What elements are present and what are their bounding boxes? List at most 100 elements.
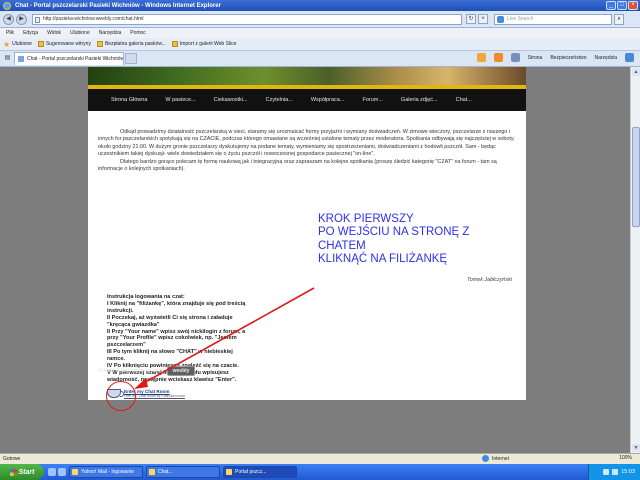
cmd-page[interactable]: Strona [528,55,543,61]
tab-bar: ▤ Chat - Portal pszczelarski Pasieki Wic… [0,51,640,67]
menu-edit[interactable]: Edycja [23,30,38,36]
annotation-line: PO WEJŚCIU NA STRONĘ Z [318,226,470,239]
favorites-bar: ★ Ulubione Sugerowane witryny Bezpłatna … [0,38,640,51]
instruction-step: II Przy "Your name" wpisz swój nickilogi… [107,328,246,349]
print-icon[interactable] [510,53,520,62]
nav-chat[interactable]: Chat... [447,97,481,103]
highlight-circle [106,381,136,411]
tutorial-annotation: KROK PIERWSZY PO WEJŚCIU NA STRONĘ Z CHA… [318,213,469,266]
clock: 15:03 [621,469,635,475]
quick-launch-icon[interactable] [48,468,56,476]
search-input[interactable]: Live Search [494,13,612,25]
nav-curiosities[interactable]: Ciekawostki... [205,97,257,103]
cmd-tools[interactable]: Narzędzia [594,55,617,61]
menu-favorites[interactable]: Ulubione [70,30,90,36]
globe-icon [482,455,489,462]
live-search-icon [497,15,504,23]
favorites-label: Ulubione [12,41,32,47]
stop-icon[interactable]: × [478,14,488,24]
window-controls: _ □ × [606,1,638,10]
tray-icon[interactable] [612,469,619,475]
window-title: Chat - Portal pszczelarski Pasieki Wichn… [15,2,221,9]
command-bar: Strona Bezpieczeństwo Narzędzia [476,53,634,62]
refresh-icon[interactable]: ↻ [466,14,476,24]
rss-icon[interactable] [493,53,503,62]
quick-launch [48,468,66,476]
home-icon[interactable] [476,53,486,62]
system-tray: 15:03 [588,464,640,480]
page-content: Odkąd prowadzimy działalność pszczelarsk… [98,129,518,173]
favorite-page-icon [37,41,44,47]
tab-list-icon[interactable]: ▤ [3,54,12,63]
scroll-down-icon[interactable]: ▼ [632,444,640,452]
window-icon [72,469,78,475]
tab-label: Chat - Portal pszczelarski Pasieki Wichn… [27,56,124,62]
weebly-footer: Create a free website with weebly [98,366,196,376]
url-tools: ↻ × [466,14,488,24]
cmd-safety[interactable]: Bezpieczeństwo [550,55,586,61]
taskbar: Start Yahoo! Mail - logowanie Chat... Po… [0,464,640,480]
forward-button[interactable]: ▶ [16,13,27,25]
menu-file[interactable]: Plik [6,30,14,36]
fav-link-suggested[interactable]: Sugerowane witryny [37,41,91,47]
security-zone[interactable]: Internet [482,455,509,462]
minimize-button[interactable]: _ [606,1,616,10]
site-nav: Strona Główna W pasiece... Ciekawostki..… [88,89,526,111]
nav-apiary[interactable]: W pasiece... [156,97,204,103]
scroll-up-icon[interactable]: ▲ [632,68,640,76]
search-icon[interactable]: ⌕ [614,13,624,25]
fav-link-webslice[interactable]: Import z galerii Web Slice [171,41,236,47]
favorite-page-icon [96,41,103,47]
nav-gallery[interactable]: Galeria zdjęć... [392,97,447,103]
address-bar: ◀ ▶ http://pasieka-wichniow.weebly.com/c… [0,11,640,28]
scroll-thumb[interactable] [632,127,640,227]
start-label: Start [18,468,35,476]
browser-viewport: Strona Główna W pasiece... Ciekawostki..… [0,67,630,453]
nav-reading-room[interactable]: Czytelnia... [257,97,302,103]
nav-forum[interactable]: Forum... [353,97,391,103]
status-text: Gotowe [3,456,21,462]
fav-link-gallery[interactable]: Bezpłatna galeria pasków... [96,41,166,47]
ie-icon [3,1,11,10]
favorite-page-icon [171,41,178,47]
zone-label: Internet [492,455,509,462]
url-text: http://pasieka-wichniow.weebly.com/chat.… [43,15,144,22]
tab-page-icon [18,56,24,62]
help-icon[interactable] [625,53,634,62]
taskbar-item-yahoo[interactable]: Yahoo! Mail - logowanie [69,466,143,478]
menu-tools[interactable]: Narzędzia [99,30,122,36]
star-icon: ★ [3,39,11,49]
tray-icon[interactable] [603,469,610,475]
quick-launch-icon[interactable] [58,468,66,476]
zoom-level[interactable]: 100% [619,455,632,461]
instruction-step: II Poczekaj, aż wyświetli Ci się strona … [107,314,233,328]
new-tab-button[interactable] [125,53,137,64]
windows-logo-icon [9,468,17,476]
nav-home[interactable]: Strona Główna [102,97,156,103]
menu-help[interactable]: Pomoc [130,30,146,36]
status-bar: Gotowe Internet 100% [0,453,640,464]
start-button[interactable]: Start [0,464,44,480]
site-banner [88,67,526,85]
window-icon [226,469,232,475]
taskbar-item-chat[interactable]: Chat... [146,466,220,478]
menu-view[interactable]: Widok [47,30,61,36]
url-field[interactable]: http://pasieka-wichniow.weebly.com/chat.… [32,13,462,25]
menu-bar: Plik Edycja Widok Ulubione Narzędzia Pom… [0,28,640,38]
nav-cooperation[interactable]: Współpraca... [302,97,354,103]
instruction-step: III Po tym kliknij na słowo "CHAT" w nie… [107,349,233,363]
tab-active[interactable]: Chat - Portal pszczelarski Pasieki Wichn… [14,52,124,65]
weebly-footer-text[interactable]: Create a free website with [98,368,163,374]
weebly-badge[interactable]: weebly [166,366,196,376]
back-button[interactable]: ◀ [3,13,14,25]
favorites-button[interactable]: ★ Ulubione [3,40,32,49]
maximize-button[interactable]: □ [617,1,627,10]
window-titlebar[interactable]: Chat - Portal pszczelarski Pasieki Wichn… [0,0,640,11]
close-button[interactable]: × [628,1,638,10]
page-icon [35,16,40,23]
vertical-scrollbar[interactable]: ▲ ▼ [630,67,640,453]
annotation-line: KLIKNĄĆ NA FILIŻANKĘ [318,252,448,265]
invite-paragraph: Dlatego bardzo gorąco polecam tę formę n… [98,158,497,173]
taskbar-item-portal[interactable]: Portal pszcz... [223,466,297,478]
window-icon [149,469,155,475]
